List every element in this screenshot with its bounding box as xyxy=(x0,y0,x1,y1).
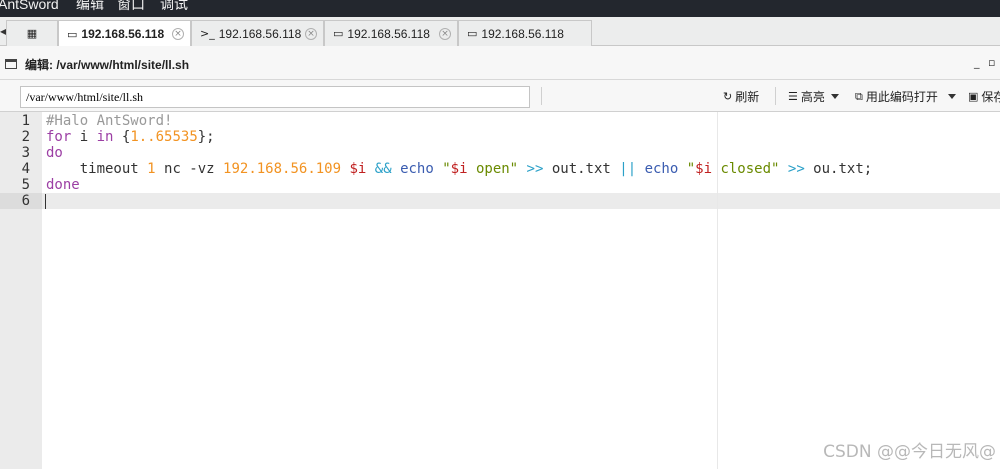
save-button[interactable]: ▣ 保存 xyxy=(968,88,1000,105)
code-token: >> xyxy=(526,161,544,177)
code-line: #Halo AntSword! xyxy=(46,113,172,129)
menu-antsword[interactable]: AntSword xyxy=(0,0,59,13)
code-line: done xyxy=(46,177,80,193)
close-icon[interactable]: × xyxy=(172,28,184,40)
code-token: }; xyxy=(197,129,215,145)
chevron-down-icon xyxy=(947,94,956,99)
tab-label: 192.168.56.118 xyxy=(347,26,430,41)
code-token: for xyxy=(46,129,72,145)
code-token: nc -vz xyxy=(155,161,224,177)
folder-icon: ▭ xyxy=(67,27,78,41)
tab-bar: ◀ ▦ ▭ 192.168.56.118 × >_ 192.168.56.118… xyxy=(0,17,1000,47)
tab-file-manager-2[interactable]: ▭ 192.168.56.118 × xyxy=(324,20,458,46)
code-token: out.txt xyxy=(543,161,620,177)
path-input[interactable] xyxy=(20,86,530,108)
code-token: " xyxy=(442,161,451,177)
menubar: AntSword 编辑 窗口 调试 xyxy=(0,0,1000,17)
tab-file-manager-3[interactable]: ▭ 192.168.56.118 xyxy=(458,20,592,46)
code-token: 1 xyxy=(147,161,156,177)
close-icon[interactable]: × xyxy=(305,28,317,40)
tab-home[interactable]: ▦ xyxy=(6,20,58,46)
code-token: 192.168.56.109 xyxy=(223,161,342,177)
encoding-dropdown[interactable]: ⧉ 用此编码打开 xyxy=(855,88,956,105)
refresh-label: 刷新 xyxy=(735,90,760,104)
menu-debug[interactable]: 调试 xyxy=(160,0,188,13)
code-line: timeout 1 nc -vz 192.168.56.109 $i && ec… xyxy=(46,161,872,177)
code-token: && xyxy=(374,161,392,177)
line-number: 6 xyxy=(21,193,30,209)
code-editor[interactable]: 123456 #Halo AntSword! for i in {1..65535… xyxy=(0,112,1000,469)
code-token: || xyxy=(619,161,637,177)
code-token: { xyxy=(113,129,131,145)
grid-icon: ▦ xyxy=(26,27,38,40)
minimize-icon[interactable]: _ xyxy=(974,56,980,69)
editor-toolbar: ↻ 刷新 ☰ 高亮 ⧉ 用此编码打开 ▣ 保存 xyxy=(0,80,1000,112)
watermark: CSDN @@今日无风@ xyxy=(823,442,996,462)
code-token: done xyxy=(46,177,80,193)
text-cursor xyxy=(45,194,46,209)
line-number: 5 xyxy=(21,177,30,193)
code-token: in xyxy=(96,129,114,145)
code-token: ou.txt; xyxy=(804,161,873,177)
code-token: 1..65535 xyxy=(130,129,198,145)
menu-edit[interactable]: 编辑 xyxy=(76,0,104,13)
folder-icon: ▭ xyxy=(333,27,344,40)
tab-label: 192.168.56.118 xyxy=(481,26,564,41)
code-token: open" xyxy=(467,161,519,177)
refresh-icon: ↻ xyxy=(723,90,733,103)
code-token: do xyxy=(46,145,63,161)
highlight-label: 高亮 xyxy=(800,90,825,104)
maximize-icon[interactable]: ▫ xyxy=(988,56,995,69)
divider xyxy=(775,87,776,105)
tab-terminal[interactable]: >_ 192.168.56.118 × xyxy=(191,20,324,46)
save-label: 保存 xyxy=(981,90,1000,104)
highlight-dropdown[interactable]: ☰ 高亮 xyxy=(788,88,839,105)
close-icon[interactable]: × xyxy=(439,28,451,40)
refresh-button[interactable]: ↻ 刷新 xyxy=(723,88,759,105)
code-token: timeout xyxy=(46,161,148,177)
encoding-icon: ⧉ xyxy=(855,89,863,103)
code-token: #Halo AntSword! xyxy=(46,113,173,129)
tab-label: 192.168.56.118 xyxy=(81,27,165,41)
encoding-label: 用此编码打开 xyxy=(865,90,938,104)
code-token: $i xyxy=(450,161,468,177)
tab-file-manager[interactable]: ▭ 192.168.56.118 × xyxy=(58,20,191,47)
list-icon: ☰ xyxy=(788,90,798,103)
window-icon xyxy=(5,59,17,69)
code-line: do xyxy=(46,145,63,161)
code-token: i xyxy=(71,129,97,145)
code-token: echo xyxy=(400,161,434,177)
code-token: " xyxy=(686,161,696,177)
code-token: >> xyxy=(787,161,805,177)
line-number: 2 xyxy=(21,129,30,145)
tab-label: 192.168.56.118 xyxy=(218,26,302,41)
save-icon: ▣ xyxy=(968,90,979,103)
divider xyxy=(541,87,542,105)
code-token: $i xyxy=(695,161,713,177)
code-token: $i xyxy=(349,161,367,177)
code-line: for i in {1..65535}; xyxy=(46,129,215,145)
line-number: 4 xyxy=(21,161,30,177)
line-number: 3 xyxy=(21,145,30,161)
menu-window[interactable]: 窗口 xyxy=(117,0,145,13)
code-token: echo xyxy=(644,161,679,177)
terminal-icon: >_ xyxy=(200,27,215,40)
line-number: 1 xyxy=(21,113,30,129)
editor-panel-header: 编辑: /var/www/html/site/ll.sh _ ▫ xyxy=(0,46,1000,80)
panel-title: 编辑: /var/www/html/site/ll.sh xyxy=(25,58,190,72)
active-line-highlight xyxy=(42,193,1000,209)
code-token: closed" xyxy=(712,161,780,177)
chevron-down-icon xyxy=(830,94,839,99)
folder-icon: ▭ xyxy=(467,27,478,40)
